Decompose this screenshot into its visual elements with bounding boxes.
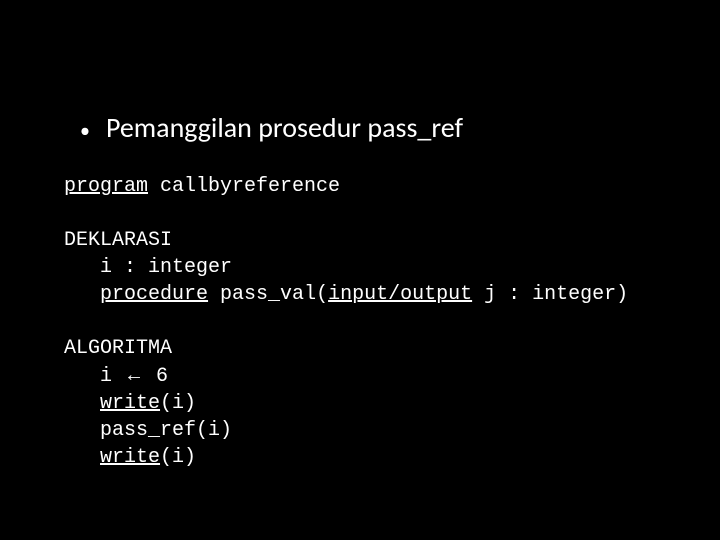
code-text: i : integer xyxy=(64,256,232,279)
assign-arrow-icon: ← xyxy=(124,364,144,386)
bullet-dot-icon: • xyxy=(80,121,90,141)
code-text: j : integer) xyxy=(472,283,628,306)
kw-io: input/output xyxy=(328,283,472,306)
code-block: program callbyreference DEKLARASI i : in… xyxy=(64,173,670,471)
kw-write: write xyxy=(100,392,160,415)
bullet-text: Pemanggilan prosedur pass_ref xyxy=(106,110,463,145)
code-text: pass_ref(i) xyxy=(64,419,232,442)
code-indent: i xyxy=(64,365,124,388)
code-text: 6 xyxy=(144,365,168,388)
kw-write: write xyxy=(100,446,160,469)
code-indent xyxy=(64,283,100,306)
slide: • Pemanggilan prosedur pass_ref program … xyxy=(0,0,720,540)
code-text: DEKLARASI xyxy=(64,229,172,252)
kw-program: program xyxy=(64,175,148,198)
code-text: (i) xyxy=(160,446,196,469)
code-text: ALGORITMA xyxy=(64,337,172,360)
bullet-row: • Pemanggilan prosedur pass_ref xyxy=(50,110,670,145)
code-text: (i) xyxy=(160,392,196,415)
kw-procedure: procedure xyxy=(100,283,208,306)
code-indent xyxy=(64,446,100,469)
code-text: callbyreference xyxy=(148,175,340,198)
code-indent xyxy=(64,392,100,415)
code-text: pass_val( xyxy=(208,283,328,306)
